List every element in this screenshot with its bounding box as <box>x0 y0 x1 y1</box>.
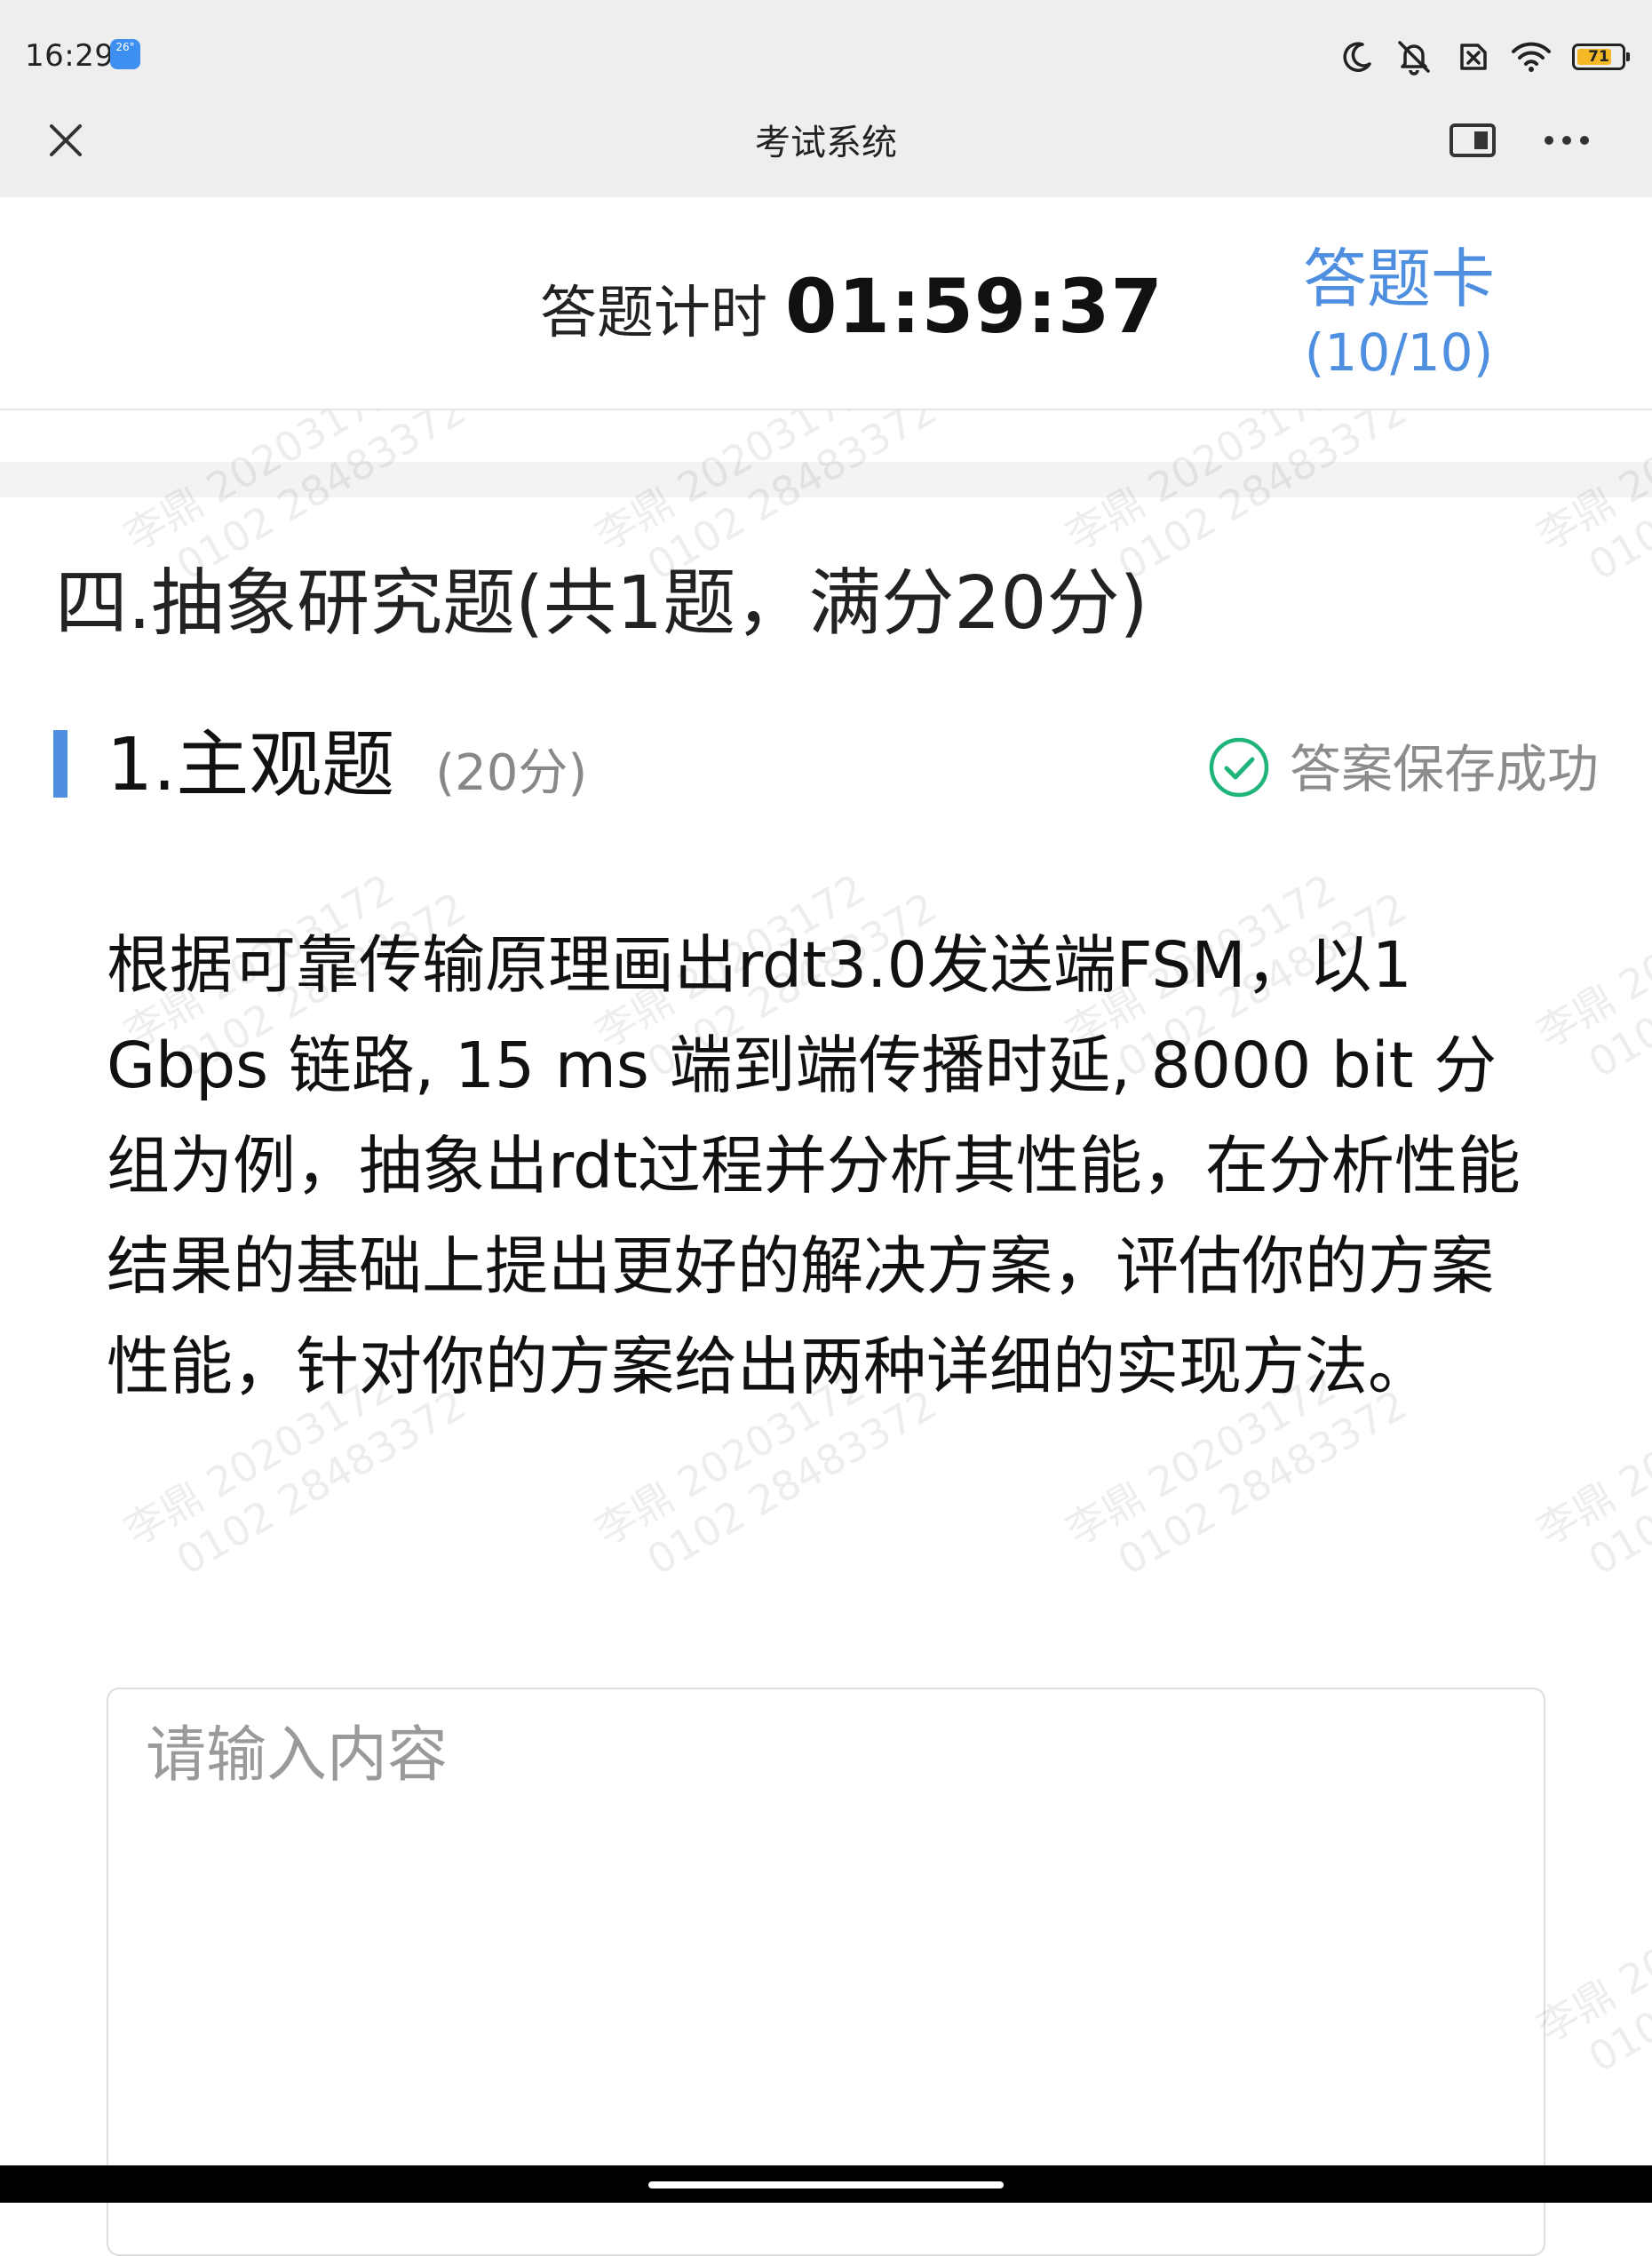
timer-value: 01:59:37 <box>785 263 1164 350</box>
question-body: 根据可靠传输原理画出rdt3.0发送端FSM，以1 Gbps 链路, 15 ms… <box>107 928 1521 1403</box>
status-icons: 71 <box>1339 36 1630 78</box>
battery-icon: 71 <box>1572 44 1630 70</box>
question-header: 1.主观题 (20分) <box>107 719 587 812</box>
question-accent-bar <box>53 730 68 798</box>
answer-card-button[interactable]: 答题卡 (10/10) <box>1261 238 1537 385</box>
question-title: 1.主观题 <box>107 723 395 807</box>
check-circle-icon <box>1208 736 1270 802</box>
answer-card-count: (10/10) <box>1304 322 1494 383</box>
sim-off-icon <box>1453 38 1490 75</box>
home-indicator[interactable] <box>648 2181 1004 2188</box>
gesture-bar <box>0 2165 1652 2203</box>
more-icon <box>1542 133 1592 151</box>
save-status-text: 答案保存成功 <box>1289 739 1599 799</box>
watermark: 李鼎 202031720102 28483372 <box>1529 1362 1652 1585</box>
window-icon <box>1448 121 1497 163</box>
watermark: 李鼎 202031720102 28483372 <box>1529 1859 1652 2082</box>
battery-level: 71 <box>1588 48 1609 66</box>
status-time: 16:29 <box>25 38 115 74</box>
answer-timer: 答题计时 01:59:37 <box>540 263 1164 352</box>
watermark: 李鼎 202031720102 28483372 <box>1529 410 1652 590</box>
timer-label: 答题计时 <box>540 281 767 346</box>
more-button[interactable] <box>1540 119 1593 165</box>
wifi-icon <box>1510 39 1553 75</box>
section-title: 四.抽象研究题(共1题，满分20分) <box>55 561 1148 646</box>
top-bar: 16:29 26° 71 考试系统 <box>0 0 1652 197</box>
bell-muted-icon <box>1394 37 1434 76</box>
watermark: 李鼎 202031720102 28483372 <box>1529 864 1652 1087</box>
weather-icon: 26° <box>110 39 140 69</box>
save-status: 答案保存成功 <box>1208 734 1599 805</box>
window-mode-button[interactable] <box>1446 119 1499 165</box>
timer-header: 答题计时 01:59:37 答题卡 (10/10) <box>0 197 1652 410</box>
app-title: 考试系统 <box>755 123 897 163</box>
section-divider <box>0 462 1652 497</box>
answer-card-label: 答题卡 <box>1302 242 1495 316</box>
moon-icon <box>1339 39 1375 75</box>
question-score: (20分) <box>435 744 588 802</box>
